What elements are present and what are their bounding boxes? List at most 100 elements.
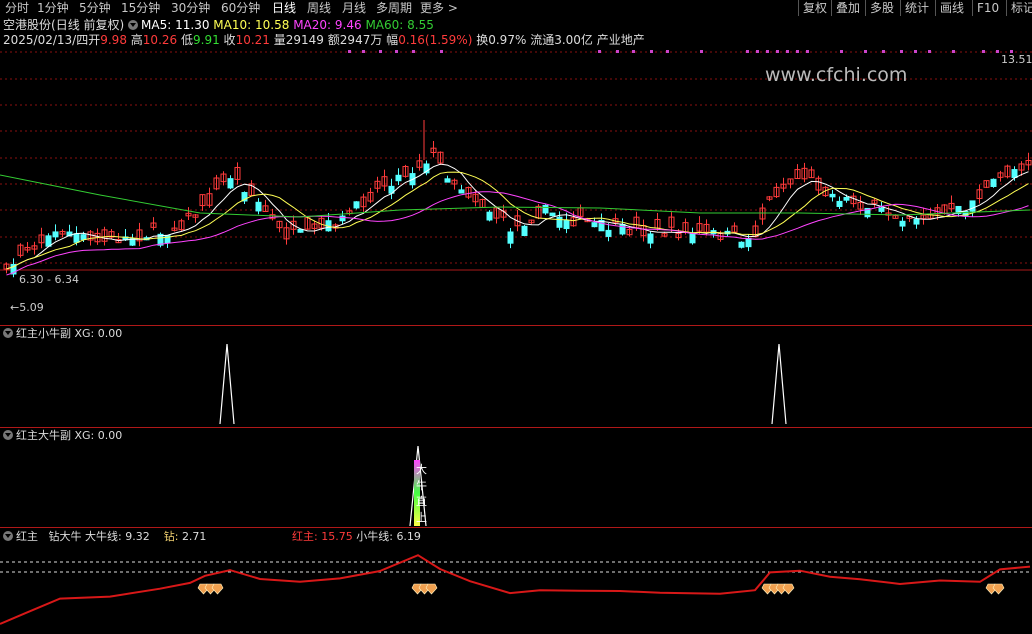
period-30min[interactable]: 30分钟 xyxy=(171,0,210,16)
signal-dot xyxy=(362,50,365,53)
ma20-label: MA20: xyxy=(293,18,332,32)
candle-body xyxy=(745,238,752,248)
diamond-icon xyxy=(782,583,795,595)
candle-body xyxy=(52,231,59,238)
multi-stock-button[interactable]: 多股 xyxy=(865,0,894,16)
candle-body xyxy=(486,211,493,221)
marker-char: 上 xyxy=(416,511,427,524)
candle-body xyxy=(339,215,346,222)
panel-separator xyxy=(0,325,1032,326)
panel-separator xyxy=(0,427,1032,428)
zuan-label: 钻: xyxy=(163,530,179,543)
bull-line-label: 大牛线: xyxy=(85,530,122,543)
candle-body xyxy=(353,201,360,209)
period-60min[interactable]: 60分钟 xyxy=(221,0,260,16)
signal-dot xyxy=(882,50,885,53)
panel1-dropdown-icon[interactable] xyxy=(3,328,13,338)
candle-body xyxy=(913,218,920,225)
red-main-line xyxy=(0,554,1031,625)
diamond-icon xyxy=(211,583,224,595)
red-main-label: 红主: xyxy=(292,530,318,543)
small-bull-label: 小牛线: xyxy=(356,530,393,543)
big-bull-panel[interactable] xyxy=(0,442,1032,530)
period-weekly[interactable]: 周线 xyxy=(307,0,331,16)
small-bull-panel[interactable] xyxy=(0,340,1032,428)
panel3-values: 红主: 15.75 小牛线: 6.19 xyxy=(292,530,421,543)
signal-dot xyxy=(914,50,917,53)
panel1-header: 红主小牛副 XG: 0.00 xyxy=(3,327,122,340)
candle-body xyxy=(836,200,843,207)
signal-dot xyxy=(666,50,669,53)
range-label: 6.30 - 6.34 xyxy=(19,273,79,286)
signal-dot xyxy=(650,50,653,53)
period-multi[interactable]: 多周期 xyxy=(376,0,412,16)
period-more[interactable]: 更多 > xyxy=(420,0,458,16)
fuquan-button[interactable]: 复权 xyxy=(798,0,827,16)
chart-mode: (日线 前复权) xyxy=(51,18,125,32)
signal-dot xyxy=(952,50,955,53)
red-main-panel[interactable] xyxy=(0,543,1032,634)
candle-body xyxy=(647,233,654,244)
candle-body xyxy=(395,174,402,182)
signal-dot xyxy=(440,50,443,53)
candle-body xyxy=(255,201,262,212)
dropdown-icon[interactable] xyxy=(128,20,139,30)
period-toolbar: 分时 1分钟 5分钟 15分钟 30分钟 60分钟 日线 周线 月线 多周期 更… xyxy=(0,0,1032,16)
panel3-dropdown-icon[interactable] xyxy=(3,531,13,541)
bull-line-value: 9.32 xyxy=(125,530,150,543)
panel2-dropdown-icon[interactable] xyxy=(3,430,13,440)
stock-header: 空港股份(日线 前复权) MA5: 11.30 MA10: 10.58 MA20… xyxy=(3,18,434,32)
diamond-icon xyxy=(425,583,438,595)
candle-body xyxy=(444,178,451,183)
candle-body xyxy=(1011,169,1018,178)
candle-body xyxy=(297,228,304,233)
signal-dot xyxy=(996,50,999,53)
candle-body xyxy=(689,233,696,244)
candle-body xyxy=(45,235,52,247)
panel2-title: 红主大牛副 xyxy=(16,429,71,442)
period-daily[interactable]: 日线 xyxy=(272,0,296,16)
candle-body xyxy=(591,222,598,228)
signal-dot xyxy=(756,50,759,53)
candle-body xyxy=(549,212,556,217)
low-price-label: ←5.09 xyxy=(10,301,44,314)
panel1-xg-label: XG: xyxy=(74,327,95,340)
candle-body xyxy=(458,189,465,194)
candle-body xyxy=(542,204,549,214)
low-price-value: 5.09 xyxy=(19,301,44,314)
signal-dot xyxy=(776,50,779,53)
signal-dot xyxy=(746,50,749,53)
candle-body xyxy=(829,193,836,198)
period-15min[interactable]: 15分钟 xyxy=(121,0,160,16)
signal-dot xyxy=(395,50,398,53)
signal-dot xyxy=(348,50,351,53)
period-1min[interactable]: 1分钟 xyxy=(37,0,69,16)
candlestick-chart[interactable] xyxy=(0,45,1032,325)
big-bull-marker: 大 牛 直 上 xyxy=(416,462,428,526)
signal-spike xyxy=(219,343,235,425)
ma10-label: MA10: xyxy=(213,18,252,32)
f10-button[interactable]: F10 xyxy=(972,0,999,16)
overlay-button[interactable]: 叠加 xyxy=(831,0,860,16)
small-bull-value: 6.19 xyxy=(396,530,421,543)
draw-line-button[interactable]: 画线 xyxy=(935,0,964,16)
period-monthly[interactable]: 月线 xyxy=(342,0,366,16)
stock-name: 空港股份 xyxy=(3,18,52,32)
mark-button[interactable]: 标记 xyxy=(1006,0,1032,16)
ma60-value: 8.55 xyxy=(407,18,434,32)
period-more-label: 更多 xyxy=(420,1,445,15)
diamond-bull-label: 钻大牛 xyxy=(48,530,82,543)
candle-body xyxy=(73,233,80,243)
statistics-button[interactable]: 统计 xyxy=(900,0,929,16)
candle-body xyxy=(507,231,514,244)
watermark: www.cfchi.com xyxy=(765,64,908,86)
period-fenshi[interactable]: 分时 xyxy=(5,0,29,16)
marker-char: 牛 xyxy=(416,479,427,492)
period-5min[interactable]: 5分钟 xyxy=(79,0,111,16)
signal-dot xyxy=(412,50,415,53)
candle-body xyxy=(227,178,234,189)
signal-dot xyxy=(632,50,635,53)
signal-dot xyxy=(598,50,601,53)
signal-dot xyxy=(840,50,843,53)
candle-body xyxy=(521,225,528,236)
